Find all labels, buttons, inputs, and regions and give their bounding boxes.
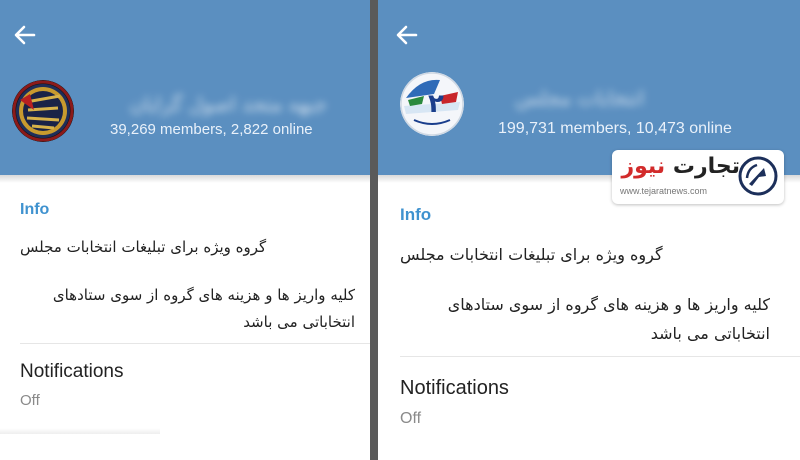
info-section-label: Info (400, 205, 432, 224)
channel-header: جبهه متحد اصول گرایان 39,269 members, 2,… (0, 0, 370, 175)
channel-avatar[interactable]: ۲ (400, 72, 464, 136)
channel-avatar[interactable] (12, 80, 74, 142)
bottom-shadow (0, 428, 160, 434)
tejarat-news-watermark: تجارت نیوز www.tejaratnews.com (612, 150, 784, 204)
description-line-2: کلیه واریز ها و هزینه های گروه از سوی ست… (52, 286, 355, 331)
info-section-label: Info (20, 201, 50, 218)
watermark-url: www.tejaratnews.com (620, 186, 708, 196)
notifications-value: Off (400, 410, 422, 427)
svg-text:۲: ۲ (428, 89, 444, 119)
watermark-brand: تجارت نیوز (621, 154, 740, 179)
header-shadow (0, 175, 370, 183)
arrow-left-icon (14, 25, 36, 45)
notifications-label[interactable]: Notifications (20, 361, 124, 383)
watermark-brand-part1: تجارت (672, 154, 740, 179)
tejarat-logo-icon (738, 156, 778, 196)
back-button[interactable] (394, 22, 420, 48)
notifications-label[interactable]: Notifications (400, 377, 509, 400)
watermark-brand-part2: نیوز (621, 154, 666, 179)
description-line-1: گروه ویژه برای تبلیغات انتخابات مجلس (400, 245, 663, 264)
description-line-2: کلیه واریز ها و هزینه های گروه از سوی ست… (447, 295, 770, 343)
channel-title: انتخابات مجلس (515, 86, 644, 110)
right-channel-info-screen: ۲ انتخابات مجلس 199,731 members, 10,473 … (378, 0, 800, 460)
channel-title: جبهه متحد اصول گرایان (129, 92, 327, 116)
panel-divider (370, 0, 378, 460)
avatar-image (12, 80, 74, 142)
members-count: 39,269 members, 2,822 online (110, 121, 313, 138)
section-divider (20, 343, 370, 344)
channel-header: ۲ انتخابات مجلس 199,731 members, 10,473 … (378, 0, 800, 175)
members-count: 199,731 members, 10,473 online (498, 120, 732, 137)
back-button[interactable] (12, 22, 38, 48)
avatar-image: ۲ (400, 72, 464, 136)
arrow-left-icon (396, 25, 418, 45)
notifications-value: Off (20, 392, 40, 409)
left-channel-info-screen: جبهه متحد اصول گرایان 39,269 members, 2,… (0, 0, 370, 460)
description-line-1: گروه ویژه برای تبلیغات انتخابات مجلس (20, 238, 267, 256)
section-divider (400, 356, 800, 357)
